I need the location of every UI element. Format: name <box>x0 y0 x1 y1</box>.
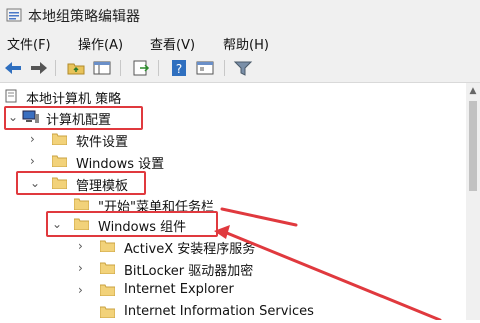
folder-up-icon[interactable] <box>66 59 86 77</box>
scroll-up-arrow-icon[interactable]: ▲ <box>468 86 478 96</box>
help-icon[interactable]: ? <box>169 59 189 77</box>
toolbar: ? <box>0 54 480 83</box>
toolbar-separator <box>158 60 159 76</box>
window-title: 本地组策略编辑器 <box>28 9 140 25</box>
arrowhead-icon <box>214 225 230 239</box>
back-arrow-icon[interactable] <box>3 59 23 77</box>
toolbar-separator <box>55 60 56 76</box>
export-list-icon[interactable] <box>131 59 151 77</box>
vertical-scrollbar[interactable]: ▲ <box>466 83 480 320</box>
annotation-arrow-lower <box>220 229 442 320</box>
title-bar: 本地组策略编辑器 <box>0 0 480 30</box>
show-hide-tree-icon[interactable] <box>92 59 112 77</box>
menu-help[interactable]: 帮助(H) <box>223 34 269 53</box>
annotation-arrow-upper <box>220 207 298 227</box>
policy-tree-pane: 本地计算机 策略 ⌄ 计算机配置 › 软件设置 › Windows 设置 ⌄ 管… <box>0 83 466 320</box>
filter-icon[interactable] <box>233 59 253 77</box>
menu-action[interactable]: 操作(A) <box>78 34 123 53</box>
forward-arrow-icon[interactable] <box>29 59 49 77</box>
properties-icon[interactable] <box>195 59 215 77</box>
menu-bar: 文件(F) 操作(A) 查看(V) 帮助(H) <box>0 30 480 54</box>
group-policy-app-icon <box>6 8 22 22</box>
toolbar-separator <box>120 60 121 76</box>
annotation-arrows <box>214 207 442 320</box>
svg-text:?: ? <box>176 62 182 76</box>
scroll-thumb[interactable] <box>469 101 477 191</box>
menu-view[interactable]: 查看(V) <box>150 34 195 53</box>
toolbar-separator <box>224 60 225 76</box>
menu-file[interactable]: 文件(F) <box>7 34 51 53</box>
